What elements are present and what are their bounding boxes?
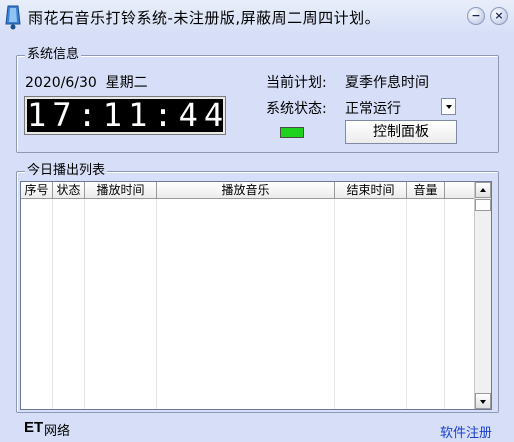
column-header-end-time[interactable]: 结束时间: [335, 182, 407, 199]
bell-app-icon: [5, 5, 21, 30]
control-panel-button[interactable]: 控制面板: [345, 120, 457, 144]
close-button[interactable]: ×: [490, 7, 508, 25]
title-bar: 雨花石音乐打铃系统-未注册版,屏蔽周二周四计划。 − ×: [0, 0, 514, 34]
current-plan-value: 夏季作息时间: [345, 75, 429, 91]
today-playlist-legend: 今日播出列表: [25, 163, 108, 179]
scroll-thumb[interactable]: [475, 199, 491, 211]
chevron-down-icon: [446, 105, 452, 109]
column-divider: [444, 199, 445, 409]
scroll-down-button[interactable]: [475, 393, 491, 409]
column-divider: [52, 199, 53, 409]
column-divider: [156, 199, 157, 409]
column-header-volume[interactable]: 音量: [407, 182, 445, 199]
digital-clock: 17:11:44: [24, 96, 230, 135]
column-divider: [84, 199, 85, 409]
window-title: 雨花石音乐打铃系统-未注册版,屏蔽周二周四计划。: [28, 9, 381, 27]
column-divider: [406, 199, 407, 409]
status-dropdown-button[interactable]: [441, 98, 456, 115]
system-status-label: 系统状态:: [266, 101, 327, 117]
playlist-body: [21, 199, 475, 409]
system-info-legend: 系统信息: [25, 47, 82, 63]
column-divider: [334, 199, 335, 409]
column-header-extra[interactable]: [445, 182, 475, 199]
today-playlist-group: 今日播出列表 序号 状态 播放时间 播放音乐 结束时间 音量: [16, 163, 499, 413]
column-header-status[interactable]: 状态: [53, 182, 85, 199]
brand-logo-net: 网络: [44, 424, 71, 439]
software-register-link[interactable]: 软件注册: [440, 422, 492, 441]
date-text: 2020/6/30 星期二: [25, 75, 148, 91]
brand-logo-et: ET: [24, 419, 44, 436]
minimize-button[interactable]: −: [467, 7, 485, 25]
system-info-group: 系统信息 2020/6/30 星期二 17:11:44 当前计划: 夏季作息时间…: [16, 47, 499, 153]
playlist-table[interactable]: 序号 状态 播放时间 播放音乐 结束时间 音量: [20, 181, 492, 410]
column-header-music[interactable]: 播放音乐: [157, 182, 335, 199]
status-led-indicator: [280, 127, 304, 138]
current-plan-label: 当前计划:: [266, 75, 327, 91]
vertical-scrollbar[interactable]: [474, 182, 491, 409]
column-header-index[interactable]: 序号: [21, 182, 53, 199]
playlist-header: 序号 状态 播放时间 播放音乐 结束时间 音量: [21, 182, 475, 199]
column-header-play-time[interactable]: 播放时间: [85, 182, 157, 199]
scroll-up-button[interactable]: [475, 182, 491, 198]
system-status-value: 正常运行: [345, 101, 401, 117]
